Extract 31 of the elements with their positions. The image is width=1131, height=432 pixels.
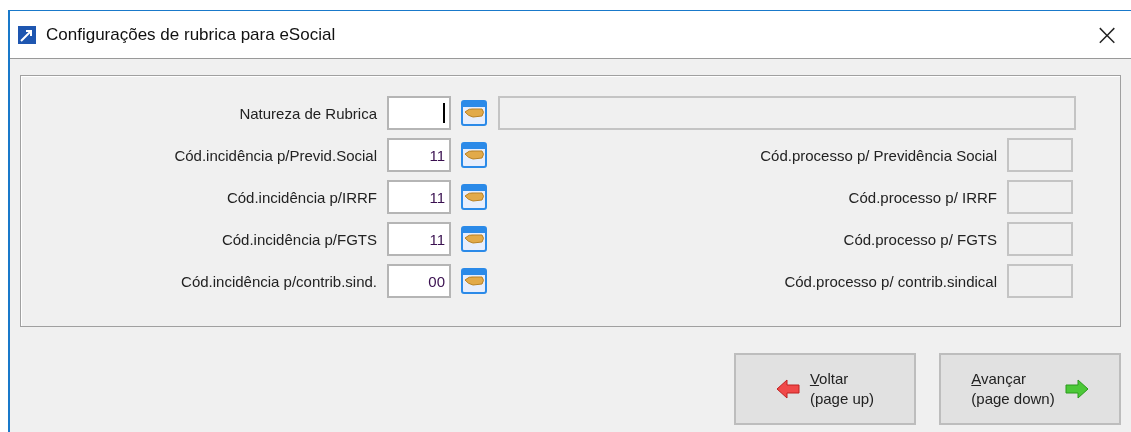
- field-label: Natureza de Rubrica: [238, 104, 377, 122]
- lookup-icon[interactable]: [461, 100, 487, 126]
- field-label: Cód.incidência p/IRRF: [225, 188, 377, 206]
- field-label: Cód.processo p/ IRRF: [847, 188, 997, 206]
- field-label: Cód.incidência p/contrib.sind.: [180, 272, 377, 290]
- field-label: Cód.processo p/ contrib.sindical: [783, 272, 997, 290]
- nav-button[interactable]: Avançar (page down): [939, 353, 1121, 425]
- lookup-icon[interactable]: [461, 268, 487, 294]
- code-field[interactable]: [387, 96, 451, 130]
- process-field[interactable]: [1007, 222, 1073, 256]
- left-arrow-icon: [775, 379, 800, 399]
- window-title: Configurações de rubrica para eSocial: [46, 24, 337, 45]
- field-label: Cód.processo p/ Previdência Social: [759, 146, 997, 164]
- code-field[interactable]: 11: [387, 222, 451, 256]
- field-label: Cód.processo p/ FGTS: [842, 230, 997, 248]
- process-field[interactable]: [1007, 180, 1073, 214]
- process-field[interactable]: [1007, 264, 1073, 298]
- right-arrow-icon: [1064, 379, 1089, 399]
- code-field[interactable]: 00: [387, 264, 451, 298]
- lookup-icon[interactable]: [461, 142, 487, 168]
- app-icon: [18, 25, 36, 44]
- process-field[interactable]: [1007, 138, 1073, 172]
- code-field[interactable]: 11: [387, 180, 451, 214]
- code-field[interactable]: 11: [387, 138, 451, 172]
- lookup-icon[interactable]: [461, 226, 487, 252]
- field-label: Cód.incidência p/Previd.Social: [173, 146, 377, 164]
- field-label: Cód.incidência p/FGTS: [220, 230, 377, 248]
- text-caret: [443, 103, 445, 123]
- close-button[interactable]: ×: [1085, 17, 1129, 52]
- lookup-icon[interactable]: [461, 184, 487, 210]
- nav-button[interactable]: Voltar (page up): [734, 353, 916, 425]
